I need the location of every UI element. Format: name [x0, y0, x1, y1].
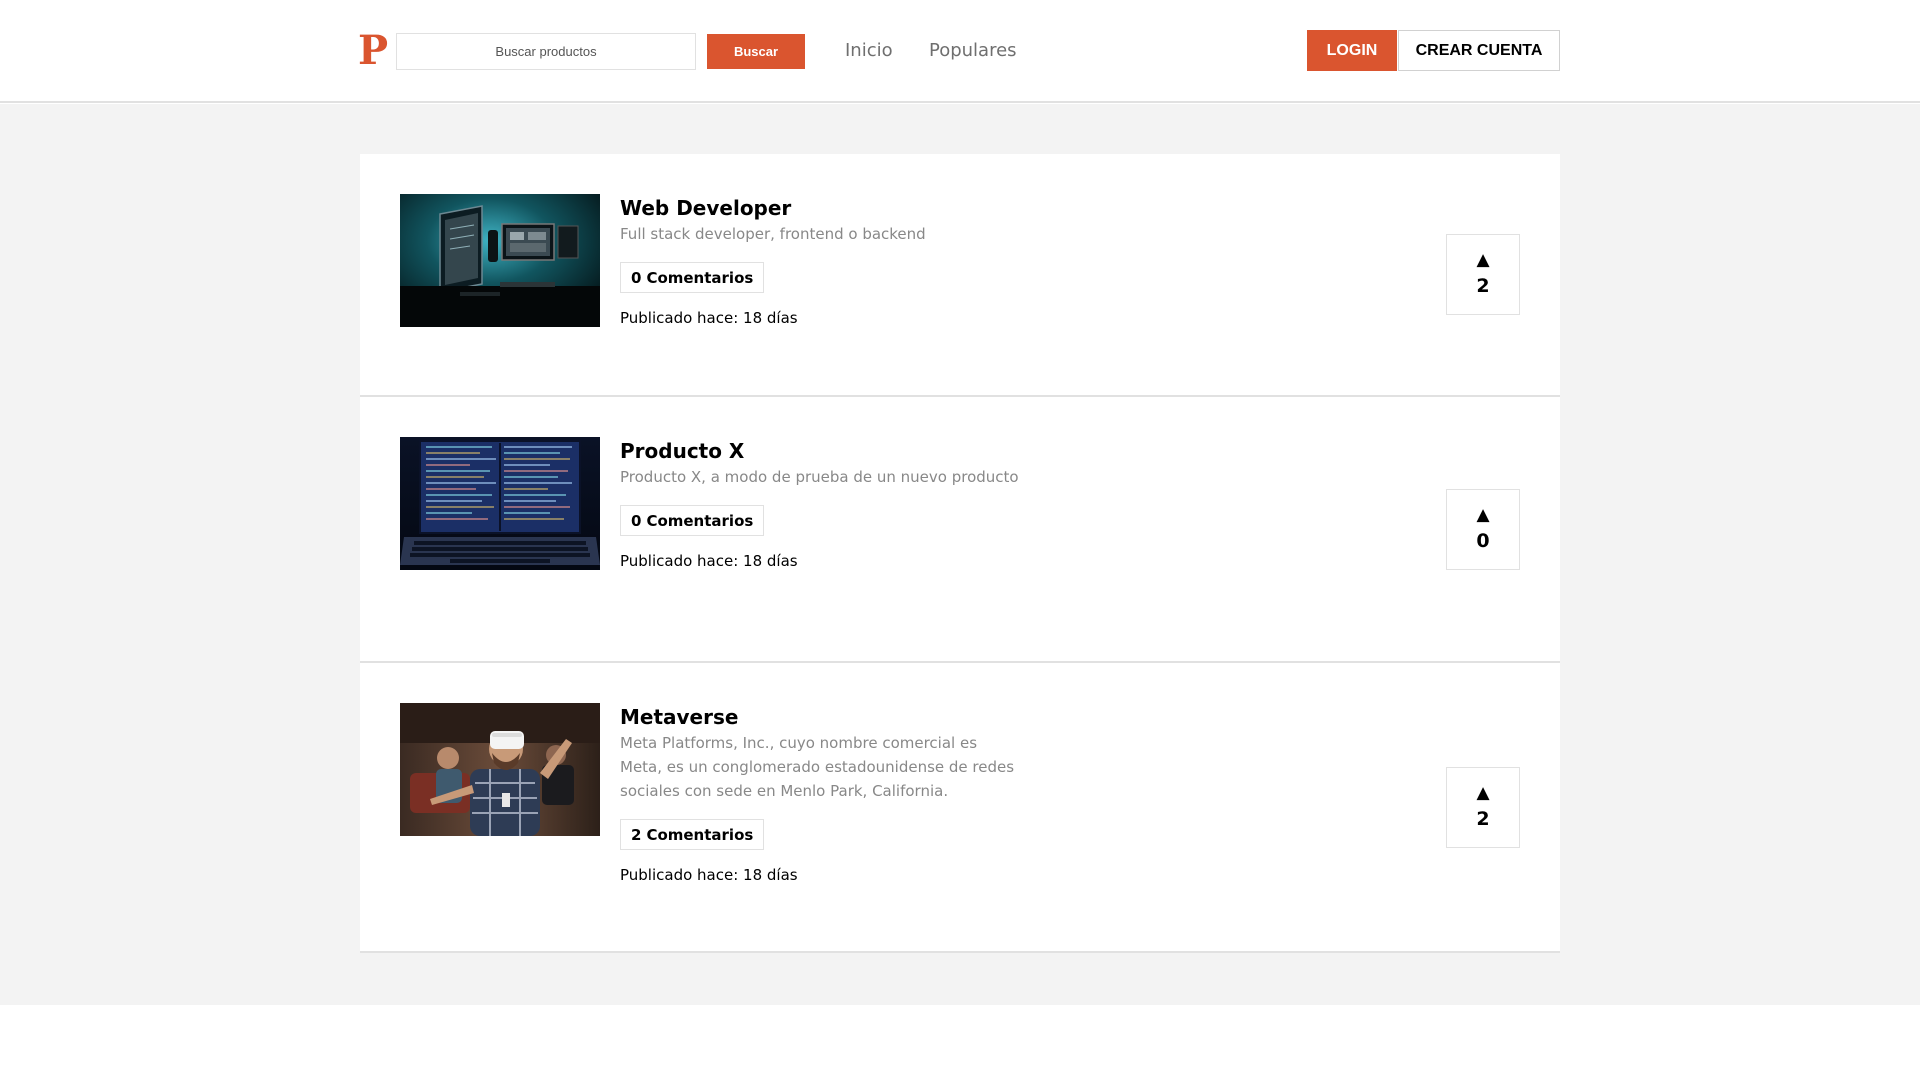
- published-date: Publicado hace: 18 días: [620, 866, 798, 884]
- upvote-arrow-icon: ▲: [1476, 250, 1490, 270]
- main-content: Web Developer Full stack developer, fron…: [0, 104, 1920, 1005]
- upvote-arrow-icon: ▲: [1476, 505, 1490, 525]
- vr-headset-photo: [400, 703, 600, 836]
- search-input[interactable]: [396, 33, 696, 70]
- vote-button[interactable]: ▲ 2: [1446, 767, 1520, 848]
- vote-count: 0: [1476, 530, 1490, 552]
- comments-count: 0: [631, 511, 642, 530]
- site-header: P Buscar Inicio Populares LOGIN CREAR CU…: [0, 0, 1920, 103]
- product-title[interactable]: Producto X: [620, 437, 1020, 465]
- product-card: Producto X Producto X, a modo de prueba …: [360, 397, 1560, 663]
- product-info: Web Developer Full stack developer, fron…: [620, 194, 1020, 329]
- product-title[interactable]: Metaverse: [620, 703, 1020, 731]
- product-image-vr-headset[interactable]: [400, 703, 600, 836]
- product-card: Web Developer Full stack developer, fron…: [360, 154, 1560, 397]
- upvote-arrow-icon: ▲: [1476, 783, 1490, 803]
- vote-count: 2: [1476, 275, 1490, 297]
- product-list: Web Developer Full stack developer, fron…: [360, 154, 1560, 953]
- product-description: Full stack developer, frontend o backend: [620, 225, 926, 243]
- product-description: Producto X, a modo de prueba de un nuevo…: [620, 468, 1019, 486]
- comments-badge[interactable]: 2 Comentarios: [620, 819, 765, 850]
- vote-count: 2: [1476, 808, 1490, 830]
- comments-label: Comentarios: [646, 268, 754, 287]
- product-description: Meta Platforms, Inc., cuyo nombre comerc…: [620, 734, 1015, 800]
- product-card: Metaverse Meta Platforms, Inc., cuyo nom…: [360, 663, 1560, 953]
- published-date: Publicado hace: 18 días: [620, 309, 798, 327]
- logo[interactable]: P: [358, 28, 388, 74]
- desk-monitors-photo: [400, 194, 600, 327]
- vote-button[interactable]: ▲ 2: [1446, 234, 1520, 315]
- published-date: Publicado hace: 18 días: [620, 552, 798, 570]
- comments-badge[interactable]: 0 Comentarios: [620, 262, 765, 293]
- product-info: Producto X Producto X, a modo de prueba …: [620, 437, 1020, 572]
- comments-label: Comentarios: [646, 511, 754, 530]
- product-image-laptop-code[interactable]: [400, 437, 600, 570]
- search-button[interactable]: Buscar: [707, 34, 805, 69]
- create-account-button[interactable]: CREAR CUENTA: [1398, 30, 1560, 71]
- comments-count: 0: [631, 268, 642, 287]
- comments-label: Comentarios: [646, 825, 754, 844]
- laptop-code-photo: [400, 437, 600, 570]
- comments-count: 2: [631, 825, 642, 844]
- nav-link-populares[interactable]: Populares: [929, 38, 1017, 64]
- nav-link-inicio[interactable]: Inicio: [845, 38, 893, 64]
- product-info: Metaverse Meta Platforms, Inc., cuyo nom…: [620, 703, 1020, 886]
- product-title[interactable]: Web Developer: [620, 194, 1020, 222]
- comments-badge[interactable]: 0 Comentarios: [620, 505, 765, 536]
- vote-button[interactable]: ▲ 0: [1446, 489, 1520, 570]
- login-button[interactable]: LOGIN: [1307, 30, 1397, 71]
- product-image-desk-monitors[interactable]: [400, 194, 600, 327]
